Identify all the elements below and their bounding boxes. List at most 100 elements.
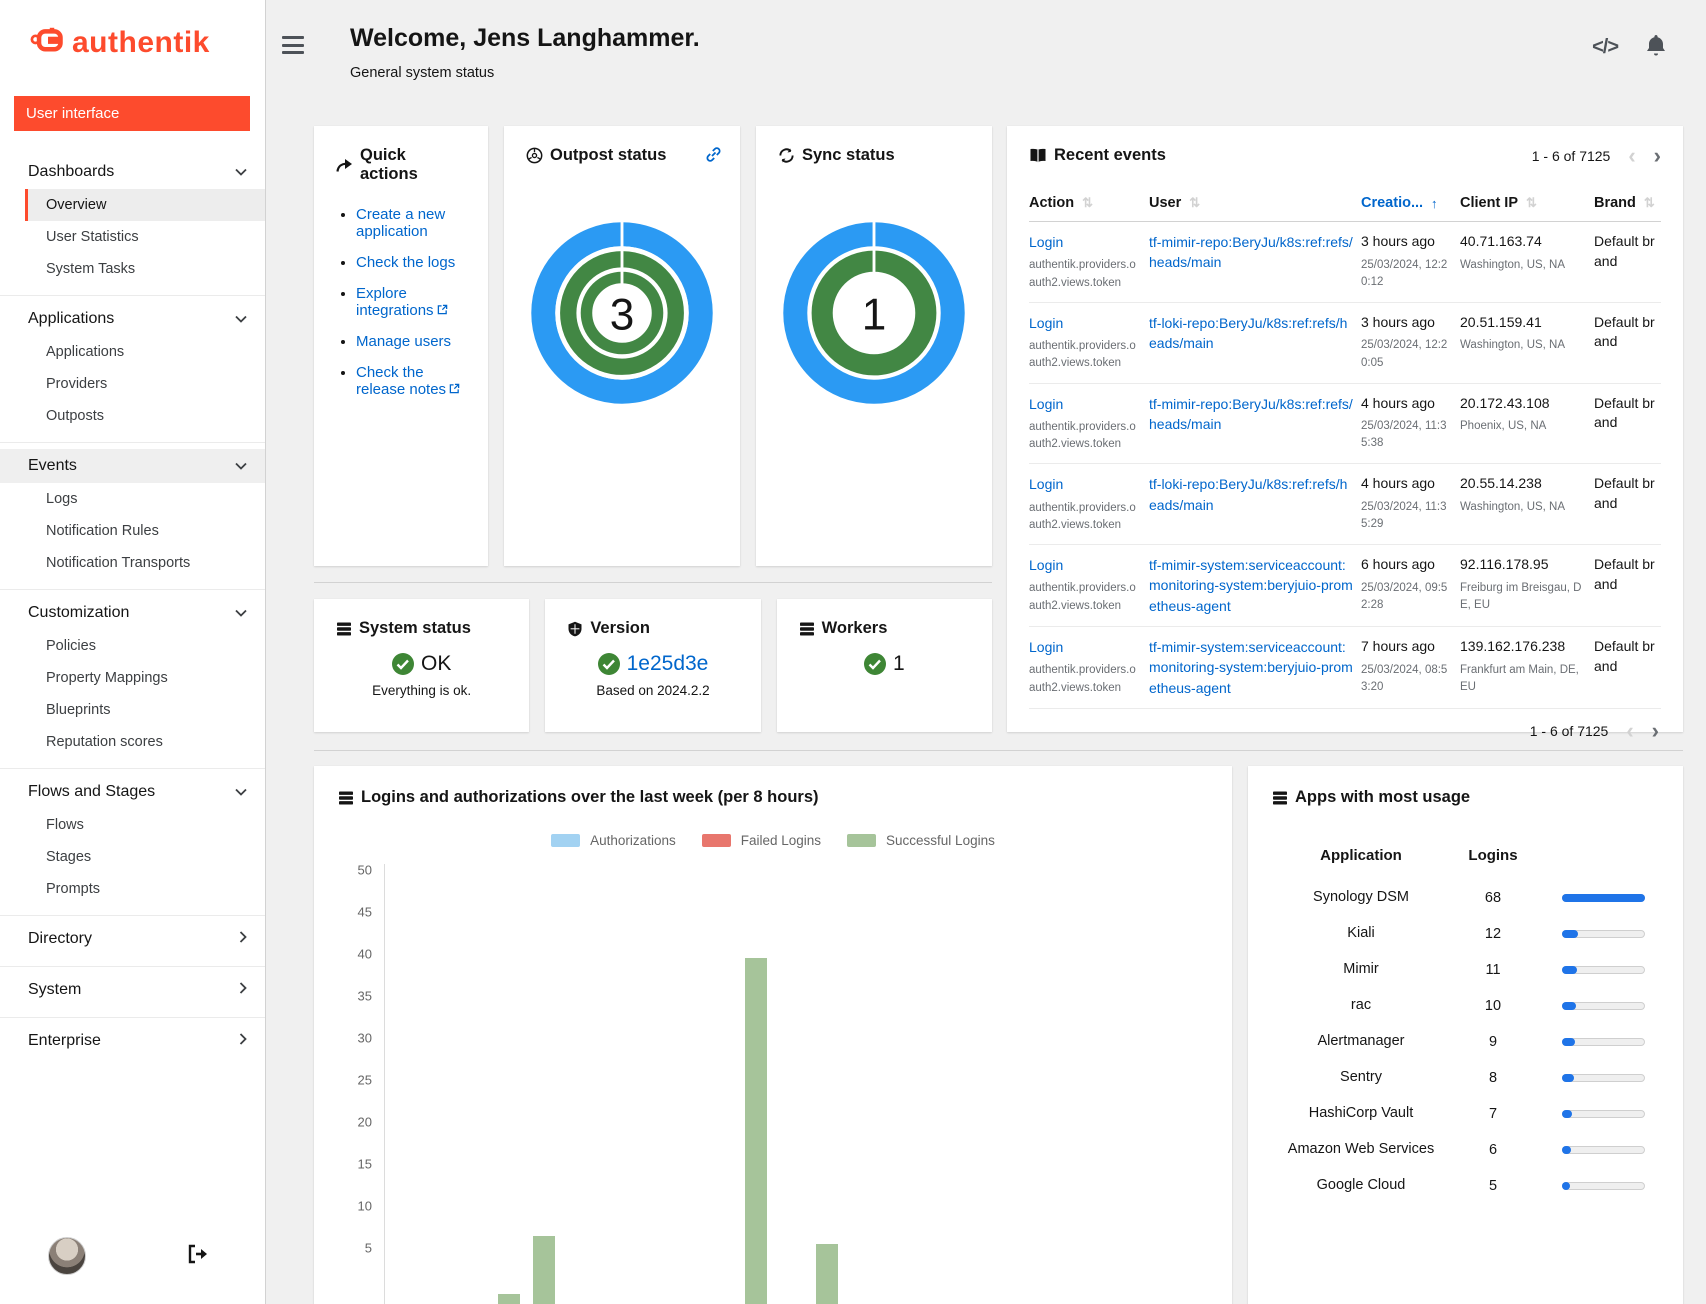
legend-item-successful-logins[interactable]: Successful Logins xyxy=(847,833,995,848)
sidebar-item-providers[interactable]: Providers xyxy=(25,368,265,400)
sidebar-item-outposts[interactable]: Outposts xyxy=(25,400,265,432)
sort-icon[interactable]: ⇅ xyxy=(1082,195,1093,211)
quick-action-item: Explore integrations xyxy=(356,285,466,319)
sidebar-item-logs[interactable]: Logs xyxy=(25,483,265,515)
event-user-cell: tf-loki-repo:BeryJu/k8s:ref:refs/heads/m… xyxy=(1149,464,1359,544)
sidebar-item-applications[interactable]: Applications xyxy=(25,336,265,368)
app-name: HashiCorp Vault xyxy=(1272,1103,1450,1124)
column-header-user[interactable]: User⇅ xyxy=(1149,185,1359,221)
app-name: Synology DSM xyxy=(1272,887,1450,908)
event-geo: Washington, US, NA xyxy=(1460,499,1586,516)
progress-fill xyxy=(1562,930,1578,938)
sidebar-item-flows[interactable]: Flows xyxy=(25,809,265,841)
legend-label: Authorizations xyxy=(590,833,676,848)
sidebar-item-notification-transports[interactable]: Notification Transports xyxy=(25,547,265,579)
event-action-link[interactable]: Login xyxy=(1029,232,1141,252)
sidebar-section-header[interactable]: Applications xyxy=(0,302,265,336)
user-interface-button[interactable]: User interface xyxy=(14,96,250,131)
sort-ascending-icon[interactable]: ↑ xyxy=(1431,196,1438,211)
sidebar-item-system-tasks[interactable]: System Tasks xyxy=(25,253,265,285)
event-action-link[interactable]: Login xyxy=(1029,474,1141,494)
event-brand-cell: Default brand xyxy=(1594,627,1661,708)
sidebar-section-header[interactable]: Events xyxy=(0,449,265,483)
event-user-link[interactable]: tf-mimir-system:serviceaccount:monitorin… xyxy=(1149,555,1353,616)
sidebar-section-header[interactable]: Dashboards xyxy=(0,155,265,189)
apps-usage-table: Application Logins Synology DSM68Kiali12… xyxy=(1272,847,1659,1196)
sidebar-item-property-mappings[interactable]: Property Mappings xyxy=(25,662,265,694)
column-header-action[interactable]: Action⇅ xyxy=(1029,185,1147,221)
legend-item-failed-logins[interactable]: Failed Logins xyxy=(702,833,821,848)
sidebar-section-enterprise: Enterprise xyxy=(0,1018,265,1068)
sign-out-icon[interactable] xyxy=(187,1244,209,1269)
event-ip: 92.116.178.95 xyxy=(1460,555,1586,575)
event-action-link[interactable]: Login xyxy=(1029,313,1141,333)
sidebar-section-header[interactable]: Customization xyxy=(0,596,265,630)
pagination-prev-icon[interactable]: ‹ xyxy=(1626,724,1633,738)
event-ip: 20.51.159.41 xyxy=(1460,313,1586,333)
sidebar-section-header[interactable]: System xyxy=(0,973,265,1007)
progress-track xyxy=(1562,1182,1645,1190)
system-status-note: Everything is ok. xyxy=(372,683,471,698)
sort-icon[interactable]: ⇅ xyxy=(1644,195,1655,211)
pagination-label: 1 - 6 of 7125 xyxy=(1530,723,1609,739)
progress-track xyxy=(1562,1146,1645,1154)
pagination-next-icon[interactable]: › xyxy=(1652,724,1659,738)
event-ip: 40.71.163.74 xyxy=(1460,232,1586,252)
sidebar-item-stages[interactable]: Stages xyxy=(25,841,265,873)
event-user-link[interactable]: tf-loki-repo:BeryJu/k8s:ref:refs/heads/m… xyxy=(1149,474,1353,515)
sidebar-section-header[interactable]: Directory xyxy=(0,922,265,956)
sidebar-section-header[interactable]: Enterprise xyxy=(0,1024,265,1058)
system-status-card: System status OK Every xyxy=(314,599,529,732)
chart-bar[interactable] xyxy=(745,958,767,1304)
outpost-link-icon[interactable] xyxy=(705,146,722,168)
event-brand-cell: Default brand xyxy=(1594,545,1661,626)
chart-bar[interactable] xyxy=(816,1244,838,1304)
sidebar-item-notification-rules[interactable]: Notification Rules xyxy=(25,515,265,547)
notifications-bell-icon[interactable] xyxy=(1646,34,1666,61)
sidebar-item-prompts[interactable]: Prompts xyxy=(25,873,265,905)
user-avatar[interactable] xyxy=(48,1237,86,1275)
column-header-brand[interactable]: Brand⇅ xyxy=(1594,185,1661,221)
authentik-logo[interactable]: authentik xyxy=(0,0,265,78)
version-value-link[interactable]: 1e25d3e xyxy=(627,652,709,676)
column-header-creatio-[interactable]: Creatio...↑ xyxy=(1361,185,1458,221)
api-code-icon[interactable]: </> xyxy=(1592,36,1618,59)
pagination-prev-icon[interactable]: ‹ xyxy=(1628,149,1635,163)
event-context: authentik.providers.oauth2.views.token xyxy=(1029,419,1141,454)
event-user-link[interactable]: tf-loki-repo:BeryJu/k8s:ref:refs/heads/m… xyxy=(1149,313,1353,354)
column-header-client-ip[interactable]: Client IP⇅ xyxy=(1460,185,1592,221)
sidebar-item-policies[interactable]: Policies xyxy=(25,630,265,662)
event-user-cell: tf-mimir-system:serviceaccount:monitorin… xyxy=(1149,627,1359,708)
hamburger-menu-icon[interactable] xyxy=(282,36,304,54)
quick-action-link[interactable]: Manage users xyxy=(356,333,451,350)
progress-fill xyxy=(1562,1074,1574,1082)
sidebar-item-blueprints[interactable]: Blueprints xyxy=(25,694,265,726)
pagination-next-icon[interactable]: › xyxy=(1654,149,1661,163)
sidebar-item-user-statistics[interactable]: User Statistics xyxy=(25,221,265,253)
event-user-link[interactable]: tf-mimir-repo:BeryJu/k8s:ref:refs/heads/… xyxy=(1149,232,1353,273)
event-action-link[interactable]: Login xyxy=(1029,394,1141,414)
event-user-link[interactable]: tf-mimir-repo:BeryJu/k8s:ref:refs/heads/… xyxy=(1149,394,1353,435)
event-action-link[interactable]: Login xyxy=(1029,555,1141,575)
app-name: Sentry xyxy=(1272,1067,1450,1088)
sidebar-section-header[interactable]: Flows and Stages xyxy=(0,775,265,809)
quick-action-link[interactable]: Create a new application xyxy=(356,206,445,240)
sort-icon[interactable]: ⇅ xyxy=(1526,195,1537,211)
book-icon xyxy=(1029,148,1047,163)
legend-item-authorizations[interactable]: Authorizations xyxy=(551,833,676,848)
sidebar-item-overview[interactable]: Overview xyxy=(25,189,265,221)
app-usage-bar xyxy=(1536,1074,1659,1082)
quick-action-link[interactable]: Check the release notes xyxy=(356,364,446,398)
event-action-link[interactable]: Login xyxy=(1029,637,1141,657)
chart-bar[interactable] xyxy=(498,1294,520,1304)
sidebar-item-reputation-scores[interactable]: Reputation scores xyxy=(25,726,265,758)
event-user-link[interactable]: tf-mimir-system:serviceaccount:monitorin… xyxy=(1149,637,1353,698)
event-context: authentik.providers.oauth2.views.token xyxy=(1029,338,1141,373)
check-circle-icon xyxy=(598,653,620,675)
quick-action-link[interactable]: Explore integrations xyxy=(356,285,434,319)
app-name: Alertmanager xyxy=(1272,1031,1450,1052)
share-arrow-icon xyxy=(336,158,353,173)
quick-action-link[interactable]: Check the logs xyxy=(356,254,455,271)
chart-bar[interactable] xyxy=(533,1236,555,1304)
sort-icon[interactable]: ⇅ xyxy=(1189,195,1200,211)
